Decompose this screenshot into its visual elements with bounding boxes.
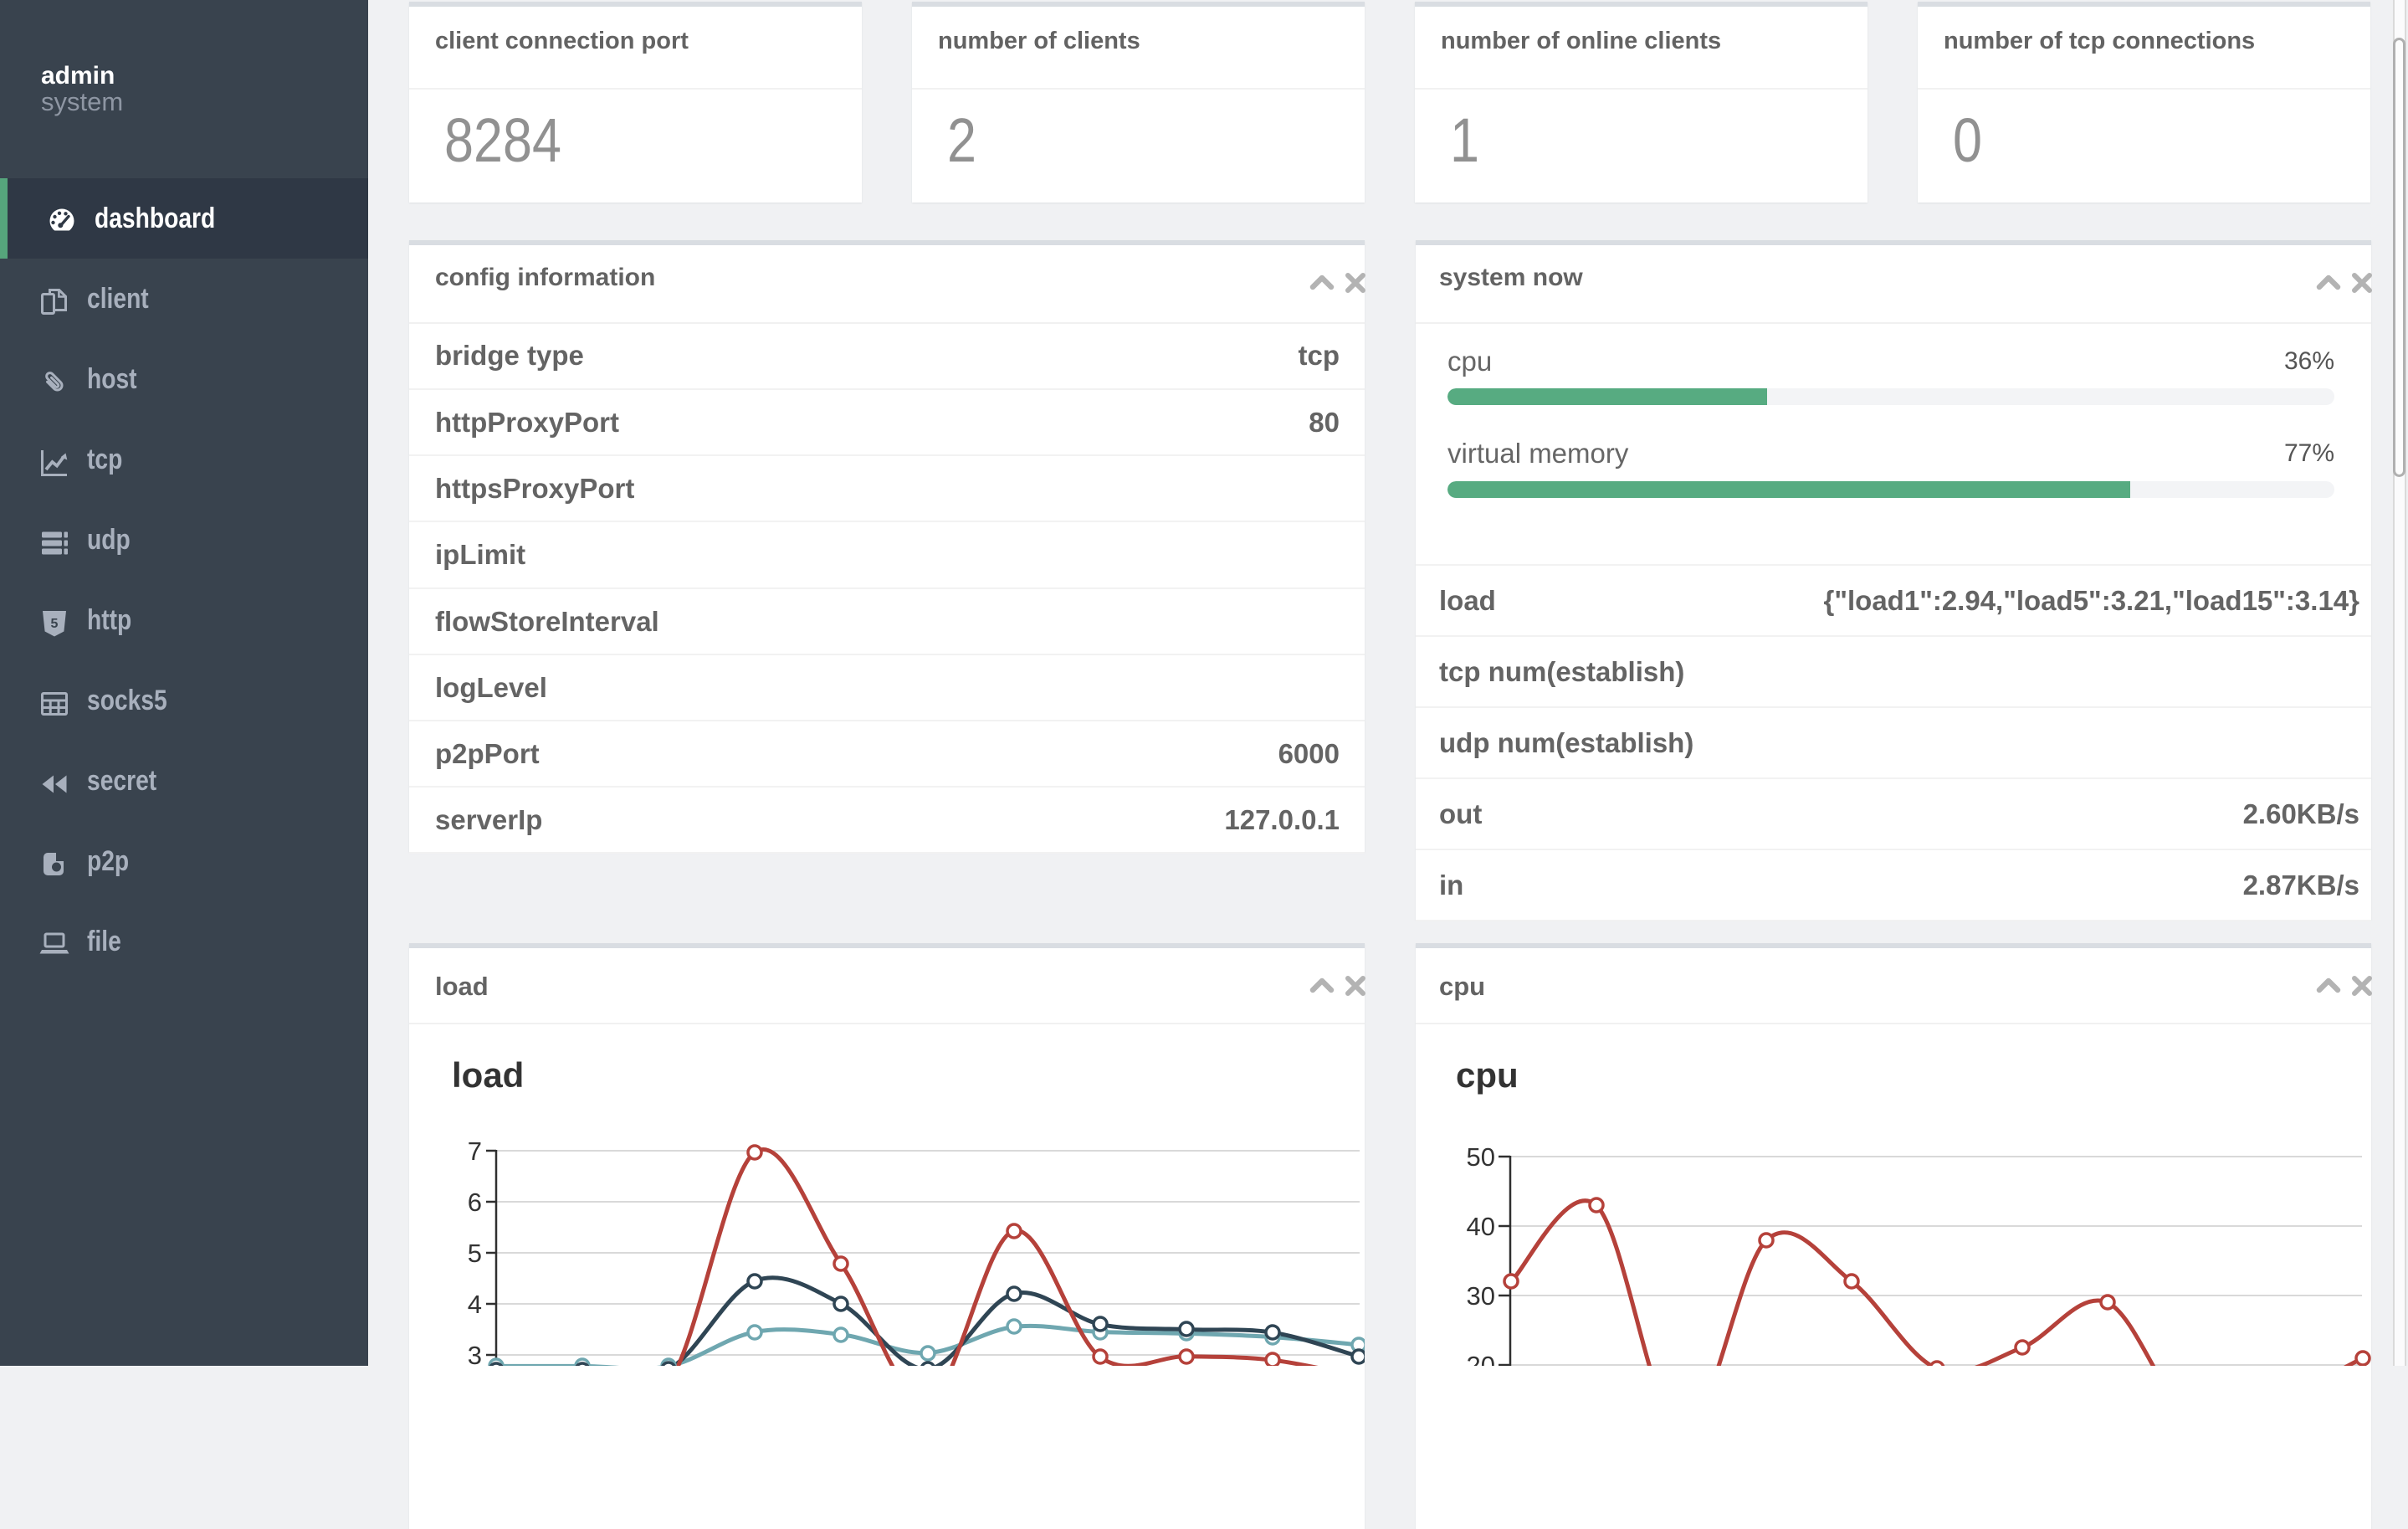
svg-text:40: 40 — [1467, 1212, 1495, 1241]
svg-text:50: 50 — [1467, 1142, 1495, 1172]
svg-text:4: 4 — [468, 1290, 482, 1319]
svg-text:30: 30 — [1467, 1281, 1495, 1311]
svg-text:6: 6 — [468, 1188, 482, 1217]
svg-text:3: 3 — [468, 1341, 482, 1366]
svg-text:20: 20 — [1467, 1351, 1495, 1366]
svg-text:7: 7 — [468, 1136, 482, 1166]
svg-text:5: 5 — [51, 617, 59, 631]
svg-text:5: 5 — [468, 1239, 482, 1268]
